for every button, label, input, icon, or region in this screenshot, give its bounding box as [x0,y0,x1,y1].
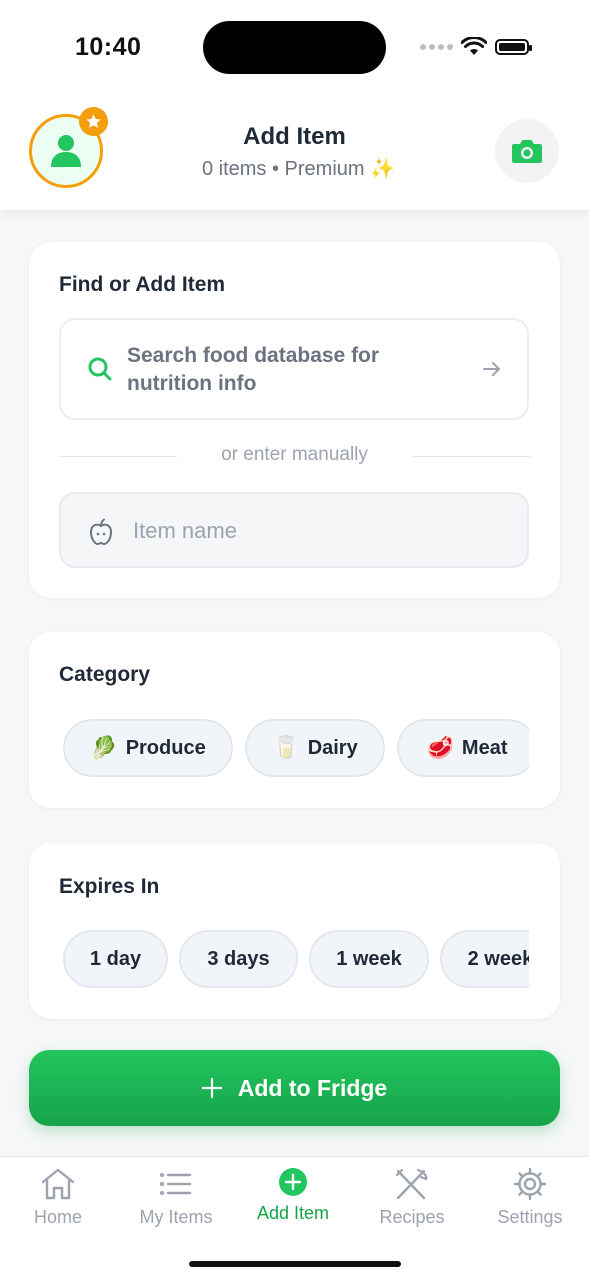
find-item-title: Find or Add Item [59,273,226,296]
meat-emoji-icon: 🥩 [426,735,454,760]
expires-card: Expires In 1 day 3 days 1 week 2 weeks [29,843,560,1019]
status-time: 10:40 [75,33,142,61]
gear-icon [513,1167,547,1201]
category-chip-label: Meat [461,736,508,759]
expiry-chip-3-days[interactable]: 3 days [179,930,298,988]
status-bar: 10:40 [0,0,589,90]
manual-entry-divider: or enter manually [221,444,368,465]
category-chip-produce[interactable]: 🥬 Produce [63,719,233,777]
tab-label: Add Item [256,1203,330,1223]
expiry-chip-1-week[interactable]: 1 week [309,930,429,988]
expiry-chip-row: 1 day 3 days 1 week 2 weeks [59,927,529,993]
category-chip-label: Dairy [307,736,358,759]
expiry-chip-2-weeks[interactable]: 2 weeks [440,930,529,988]
item-name-field[interactable] [59,492,529,568]
tab-home[interactable]: Home [3,1167,113,1228]
arrow-right-icon [483,362,500,376]
expiry-chip-1-day[interactable]: 1 day [63,930,168,988]
expiry-chip-label: 1 day [89,947,142,970]
expiry-chip-label: 3 days [207,947,270,970]
search-icon [88,357,112,381]
search-prompt-text: Search food database for nutrition info [127,344,380,395]
plus-circle-icon [279,1168,307,1196]
dynamic-island [203,21,386,74]
utensils-icon [395,1168,428,1200]
list-icon [160,1173,192,1195]
category-title: Category [59,663,151,686]
expires-title: Expires In [59,875,160,898]
find-item-card: Find or Add Item Search food database fo… [29,242,560,598]
category-chip-row: 🥬 Produce 🥛 Dairy 🥩 Meat [59,716,529,782]
apple-icon [89,518,113,546]
expiry-chip-label: 2 weeks [467,947,529,970]
tab-settings[interactable]: Settings [475,1167,585,1228]
camera-icon [512,140,542,163]
plus-icon [201,1078,222,1098]
food-database-search[interactable]: Search food database for nutrition info [59,318,529,420]
add-to-fridge-label: Add to Fridge [237,1074,388,1101]
category-chip-meat[interactable]: 🥩 Meat [397,719,529,777]
battery-icon [495,39,532,55]
tab-label: Recipes [379,1207,445,1227]
tab-label: Settings [497,1207,563,1227]
wifi-icon [461,37,487,55]
add-to-fridge-button[interactable]: Add to Fridge [29,1050,560,1126]
tab-my-items[interactable]: My Items [121,1167,231,1228]
category-card: Category 🥬 Produce 🥛 Dairy 🥩 Meat [29,632,560,808]
cellular-signal-icon [420,44,453,50]
category-chip-dairy[interactable]: 🥛 Dairy [245,719,385,777]
tab-recipes[interactable]: Recipes [357,1167,467,1228]
expiry-chip-label: 1 week [336,947,402,970]
divider-line-right [412,456,530,457]
produce-emoji-icon: 🥬 [90,735,118,760]
tab-label: My Items [139,1207,213,1227]
home-indicator [189,1261,401,1267]
dairy-emoji-icon: 🥛 [272,735,300,760]
home-icon [41,1168,75,1200]
camera-button[interactable] [495,119,559,183]
item-name-input[interactable] [131,494,515,568]
status-icons [420,34,532,60]
tab-label: Home [33,1207,82,1227]
tab-add-item[interactable]: Add Item [238,1167,348,1224]
category-chip-label: Produce [125,736,206,759]
